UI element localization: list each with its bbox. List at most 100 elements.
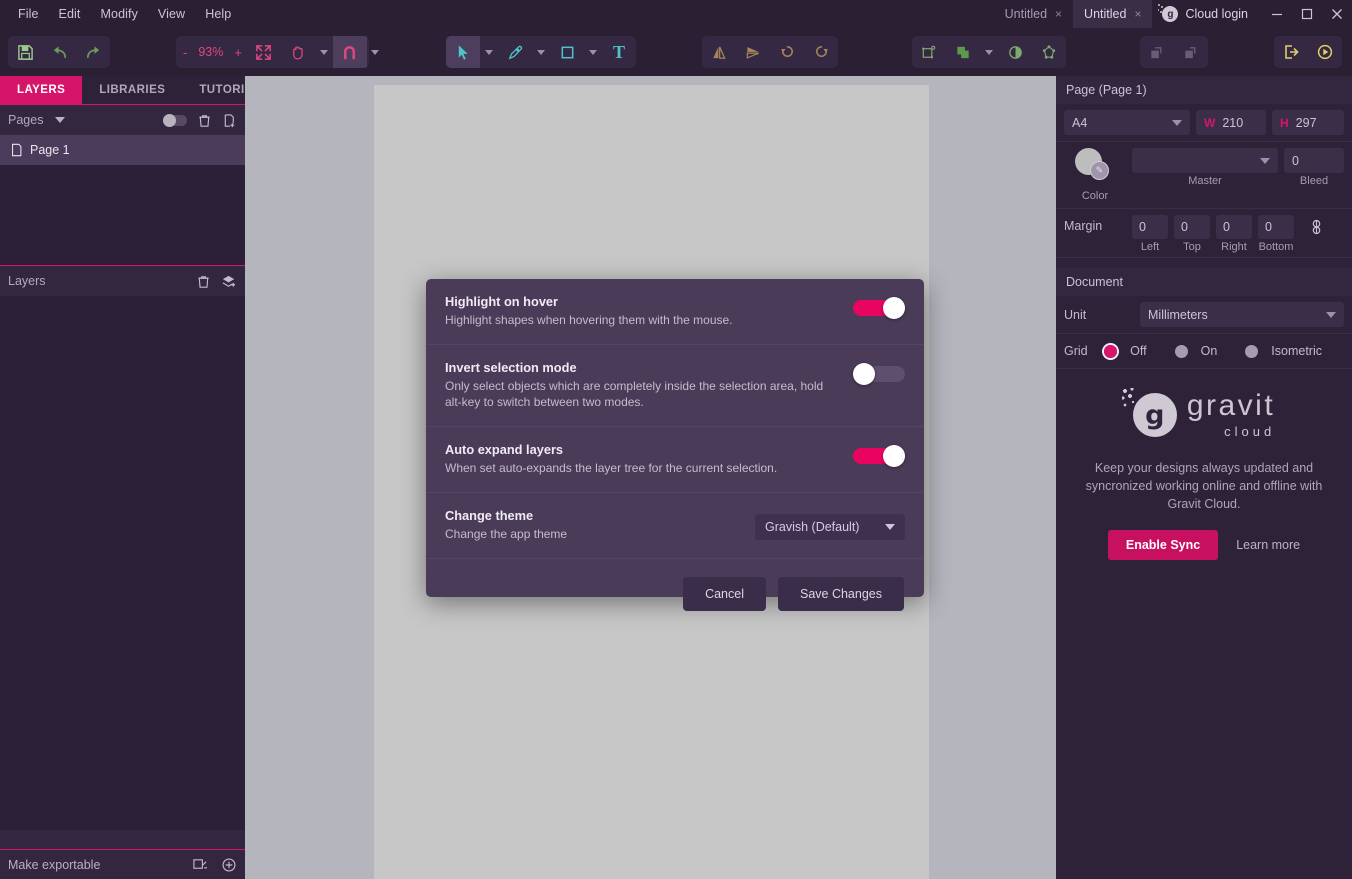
minimize-icon[interactable]: [1262, 0, 1292, 28]
menu-view[interactable]: View: [148, 2, 195, 26]
transform-button[interactable]: [912, 36, 946, 68]
hand-tool-dropdown[interactable]: [315, 36, 333, 68]
edit-nodes-button[interactable]: [1032, 36, 1066, 68]
page-height-field[interactable]: H 297: [1272, 110, 1344, 135]
option-title: Invert selection mode: [445, 359, 577, 375]
option-title: Change theme: [445, 507, 534, 523]
link-margins-icon[interactable]: [1308, 215, 1325, 236]
zoom-out-button[interactable]: -: [178, 45, 192, 60]
document-tab-1[interactable]: Untitled ×: [994, 0, 1073, 28]
margin-left-label: Left: [1140, 241, 1160, 253]
page-color-swatch[interactable]: ✎: [1075, 148, 1115, 188]
toolbar-transform-group: [702, 36, 838, 68]
grid-radio-on[interactable]: [1174, 344, 1188, 358]
page-preset-select[interactable]: A4: [1064, 110, 1190, 135]
grid-radio-on-label[interactable]: On: [1201, 344, 1218, 358]
hand-tool-button[interactable]: [281, 36, 315, 68]
toolbar-zoom-group: - 93% +: [176, 36, 369, 68]
page-width-field[interactable]: W 210: [1196, 110, 1266, 135]
pages-section-title: Pages: [8, 113, 44, 127]
duplicate-back-button[interactable]: [1174, 36, 1208, 68]
chevron-down-icon[interactable]: [55, 117, 66, 123]
color-label: Color: [1081, 190, 1109, 202]
close-window-icon[interactable]: [1322, 0, 1352, 28]
invert-selection-mode-toggle[interactable]: [853, 362, 905, 385]
option-title: Highlight on hover: [445, 294, 559, 309]
rectangle-tool-button[interactable]: [550, 36, 584, 68]
pointer-tool-dropdown[interactable]: [480, 36, 498, 68]
fit-to-screen-button[interactable]: [247, 36, 281, 68]
layers-section-tools: [196, 274, 237, 289]
make-exportable-label[interactable]: Make exportable: [8, 858, 100, 872]
menu-help[interactable]: Help: [195, 2, 241, 26]
highlight-on-hover-toggle[interactable]: [853, 297, 905, 319]
chevron-down-icon: [885, 524, 895, 531]
margin-right-field[interactable]: 0: [1216, 215, 1252, 239]
contrast-button[interactable]: [998, 36, 1032, 68]
document-tabs: Untitled × Untitled × g Cloud login: [994, 0, 1352, 28]
chevron-down-icon: [1326, 311, 1336, 318]
add-layer-icon[interactable]: [221, 274, 237, 289]
tab-libraries[interactable]: LIBRARIES: [82, 76, 182, 104]
grid-radio-isometric-label[interactable]: Isometric: [1271, 344, 1322, 358]
flip-horizontal-button[interactable]: [702, 36, 736, 68]
cancel-button[interactable]: Cancel: [683, 576, 766, 611]
pen-tool-button[interactable]: [498, 36, 532, 68]
snap-button[interactable]: [332, 36, 367, 68]
add-export-icon[interactable]: [221, 857, 237, 873]
undo-button[interactable]: [42, 36, 76, 68]
menu-edit[interactable]: Edit: [49, 2, 91, 26]
rectangle-tool-dropdown[interactable]: [584, 36, 602, 68]
bleed-group: 0 Bleed: [1284, 148, 1344, 187]
list-item[interactable]: Page 1: [0, 135, 245, 165]
add-page-icon[interactable]: [222, 113, 237, 128]
boolean-ops-dropdown[interactable]: [980, 36, 998, 68]
duplicate-front-button[interactable]: [1140, 36, 1174, 68]
close-icon[interactable]: ×: [1055, 8, 1062, 20]
bleed-field[interactable]: 0: [1284, 148, 1344, 173]
flip-vertical-button[interactable]: [736, 36, 770, 68]
save-button[interactable]: [8, 36, 42, 68]
master-select[interactable]: [1132, 148, 1278, 173]
save-changes-button[interactable]: Save Changes: [777, 576, 904, 611]
slice-icon[interactable]: [192, 857, 208, 872]
zoom-level-value[interactable]: 93%: [192, 45, 229, 59]
title-bar: File Edit Modify View Help Untitled × Un…: [0, 0, 1352, 28]
pen-tool-dropdown[interactable]: [532, 36, 550, 68]
boolean-ops-button[interactable]: [946, 36, 980, 68]
learn-more-link[interactable]: Learn more: [1236, 538, 1300, 552]
document-tab-2[interactable]: Untitled ×: [1073, 0, 1153, 28]
export-button[interactable]: [1274, 36, 1308, 68]
grid-radio-off[interactable]: [1104, 344, 1118, 358]
trash-icon[interactable]: [196, 274, 211, 289]
rotate-counterclockwise-button[interactable]: [770, 36, 804, 68]
zoom-in-button[interactable]: +: [229, 45, 247, 60]
trash-icon[interactable]: [197, 113, 212, 128]
text-tool-button[interactable]: T: [602, 36, 636, 68]
maximize-icon[interactable]: [1292, 0, 1322, 28]
snap-dropdown[interactable]: [366, 36, 384, 68]
edit-color-icon[interactable]: ✎: [1090, 161, 1109, 180]
close-icon[interactable]: ×: [1134, 8, 1141, 20]
menu-modify[interactable]: Modify: [91, 2, 148, 26]
preview-button[interactable]: [1308, 36, 1342, 68]
pages-visibility-toggle[interactable]: [163, 113, 187, 127]
unit-select[interactable]: Millimeters: [1140, 302, 1344, 327]
width-value: 210: [1222, 115, 1244, 130]
margin-bottom-field[interactable]: 0: [1258, 215, 1294, 239]
margin-left-field[interactable]: 0: [1132, 215, 1168, 239]
cloud-login-button[interactable]: g Cloud login: [1152, 0, 1262, 28]
margin-top-field[interactable]: 0: [1174, 215, 1210, 239]
pointer-tool-button[interactable]: [446, 36, 480, 68]
menu-file[interactable]: File: [8, 2, 49, 26]
theme-select[interactable]: Gravish (Default): [755, 514, 905, 541]
logo-main-text: gravit: [1186, 389, 1276, 422]
redo-button[interactable]: [76, 36, 110, 68]
grid-radio-isometric[interactable]: [1245, 344, 1259, 358]
rotate-clockwise-button[interactable]: [804, 36, 838, 68]
grid-radio-off-label[interactable]: Off: [1130, 344, 1146, 358]
enable-sync-button[interactable]: Enable Sync: [1107, 530, 1219, 561]
auto-expand-layers-toggle[interactable]: [853, 444, 905, 467]
tab-layers[interactable]: LAYERS: [0, 76, 83, 104]
unit-row: Unit Millimeters: [1056, 296, 1352, 334]
